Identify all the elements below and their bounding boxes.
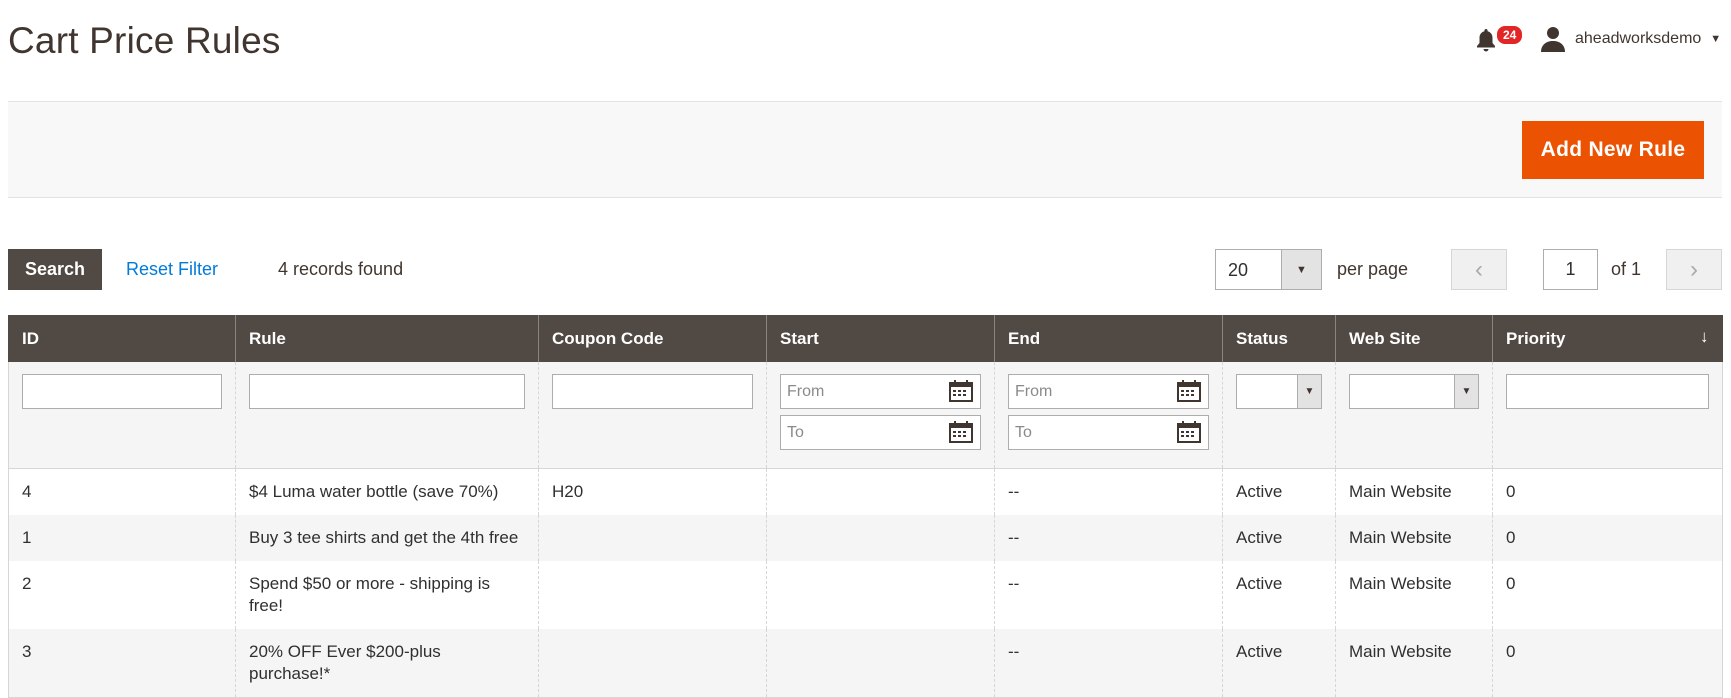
cell-priority: 0: [1492, 629, 1723, 698]
cell-status: Active: [1222, 629, 1336, 698]
cell-priority: 0: [1492, 561, 1723, 629]
cell-start: [766, 515, 995, 561]
chevron-down-icon: ▼: [1454, 375, 1478, 408]
cell-coupon: [538, 515, 767, 561]
table-row[interactable]: 2 Spend $50 or more - shipping is free! …: [8, 561, 1723, 629]
reset-filter-link[interactable]: Reset Filter: [126, 259, 218, 280]
cell-id: 3: [8, 629, 236, 698]
grid-toolbar: Search Reset Filter 4 records found 20 ▼…: [8, 249, 1722, 291]
table-row[interactable]: 4 $4 Luma water bottle (save 70%) H20 --…: [8, 468, 1723, 515]
cell-end: --: [994, 515, 1223, 561]
column-header-web-site[interactable]: Web Site: [1335, 315, 1493, 362]
cell-start: [766, 468, 995, 515]
cell-end: --: [994, 629, 1223, 698]
column-header-rule[interactable]: Rule: [235, 315, 539, 362]
search-button[interactable]: Search: [8, 249, 102, 290]
cell-status: Active: [1222, 515, 1336, 561]
cell-coupon: [538, 629, 767, 698]
cell-coupon: H20: [538, 468, 767, 515]
cell-priority: 0: [1492, 515, 1723, 561]
column-header-id[interactable]: ID: [8, 315, 236, 362]
cell-website: Main Website: [1335, 468, 1493, 515]
cell-id: 4: [8, 468, 236, 515]
user-menu[interactable]: aheadworksdemo ▼: [1541, 26, 1721, 52]
per-page-value: 20: [1228, 260, 1249, 280]
cell-start: [766, 561, 995, 629]
column-header-priority-label: Priority: [1506, 328, 1566, 348]
calendar-icon[interactable]: [1177, 380, 1201, 402]
page-total-text: of 1: [1611, 259, 1642, 279]
filter-row: ▼ ▼: [8, 362, 1723, 469]
chevron-right-icon: ›: [1690, 255, 1698, 283]
cell-rule: Buy 3 tee shirts and get the 4th free: [235, 515, 539, 561]
next-page-button[interactable]: ›: [1666, 249, 1722, 290]
header-actions: 24 aheadworksdemo ▼: [1431, 22, 1731, 58]
cell-start: [766, 629, 995, 698]
cell-website: Main Website: [1335, 561, 1493, 629]
sort-desc-icon: ↓: [1700, 327, 1709, 346]
filter-priority-input[interactable]: [1506, 374, 1709, 409]
username: aheadworksdemo: [1575, 30, 1702, 47]
filter-rule-input[interactable]: [249, 374, 525, 409]
column-header-start[interactable]: Start: [766, 315, 995, 362]
calendar-icon[interactable]: [949, 380, 973, 402]
chevron-left-icon: ‹: [1475, 255, 1483, 283]
cell-status: Active: [1222, 561, 1336, 629]
cell-priority: 0: [1492, 468, 1723, 515]
add-new-rule-button[interactable]: Add New Rule: [1522, 121, 1704, 179]
cell-rule: $4 Luma water bottle (save 70%): [235, 468, 539, 515]
filter-website-select[interactable]: ▼: [1349, 374, 1479, 409]
cell-id: 1: [8, 515, 236, 561]
records-found-text: 4 records found: [278, 259, 404, 279]
cell-rule: 20% OFF Ever $200-plus purchase!*: [235, 629, 539, 698]
cell-rule: Spend $50 or more - shipping is free!: [235, 561, 539, 629]
chevron-down-icon[interactable]: ▼: [1281, 250, 1321, 289]
cell-coupon: [538, 561, 767, 629]
calendar-icon[interactable]: [949, 421, 973, 443]
calendar-icon[interactable]: [1177, 421, 1201, 443]
chevron-down-icon: ▼: [1710, 33, 1722, 45]
chevron-down-icon: ▼: [1297, 375, 1321, 408]
page-number-input[interactable]: [1543, 249, 1598, 290]
page-actions-bar: Add New Rule: [8, 101, 1722, 198]
column-header-priority[interactable]: Priority ↓: [1492, 315, 1723, 362]
column-header-coupon-code[interactable]: Coupon Code: [538, 315, 767, 362]
table-row[interactable]: 1 Buy 3 tee shirts and get the 4th free …: [8, 515, 1723, 561]
page-title: Cart Price Rules: [8, 20, 281, 61]
cart-rules-grid: ID Rule Coupon Code Start End Status Web…: [8, 315, 1723, 698]
cell-status: Active: [1222, 468, 1336, 515]
cell-end: --: [994, 561, 1223, 629]
table-row[interactable]: 3 20% OFF Ever $200-plus purchase!* -- A…: [8, 629, 1723, 698]
cell-website: Main Website: [1335, 515, 1493, 561]
column-header-status[interactable]: Status: [1222, 315, 1336, 362]
cell-website: Main Website: [1335, 629, 1493, 698]
column-header-end[interactable]: End: [994, 315, 1223, 362]
user-icon: [1541, 27, 1565, 52]
filter-coupon-input[interactable]: [552, 374, 753, 409]
per-page-label: per page: [1337, 259, 1409, 279]
filter-id-input[interactable]: [22, 374, 222, 409]
cell-end: --: [994, 468, 1223, 515]
previous-page-button[interactable]: ‹: [1451, 249, 1507, 290]
filter-status-select[interactable]: ▼: [1236, 374, 1322, 409]
notification-count-badge[interactable]: 24: [1495, 24, 1525, 46]
per-page-select[interactable]: 20 ▼: [1215, 249, 1322, 290]
cell-id: 2: [8, 561, 236, 629]
